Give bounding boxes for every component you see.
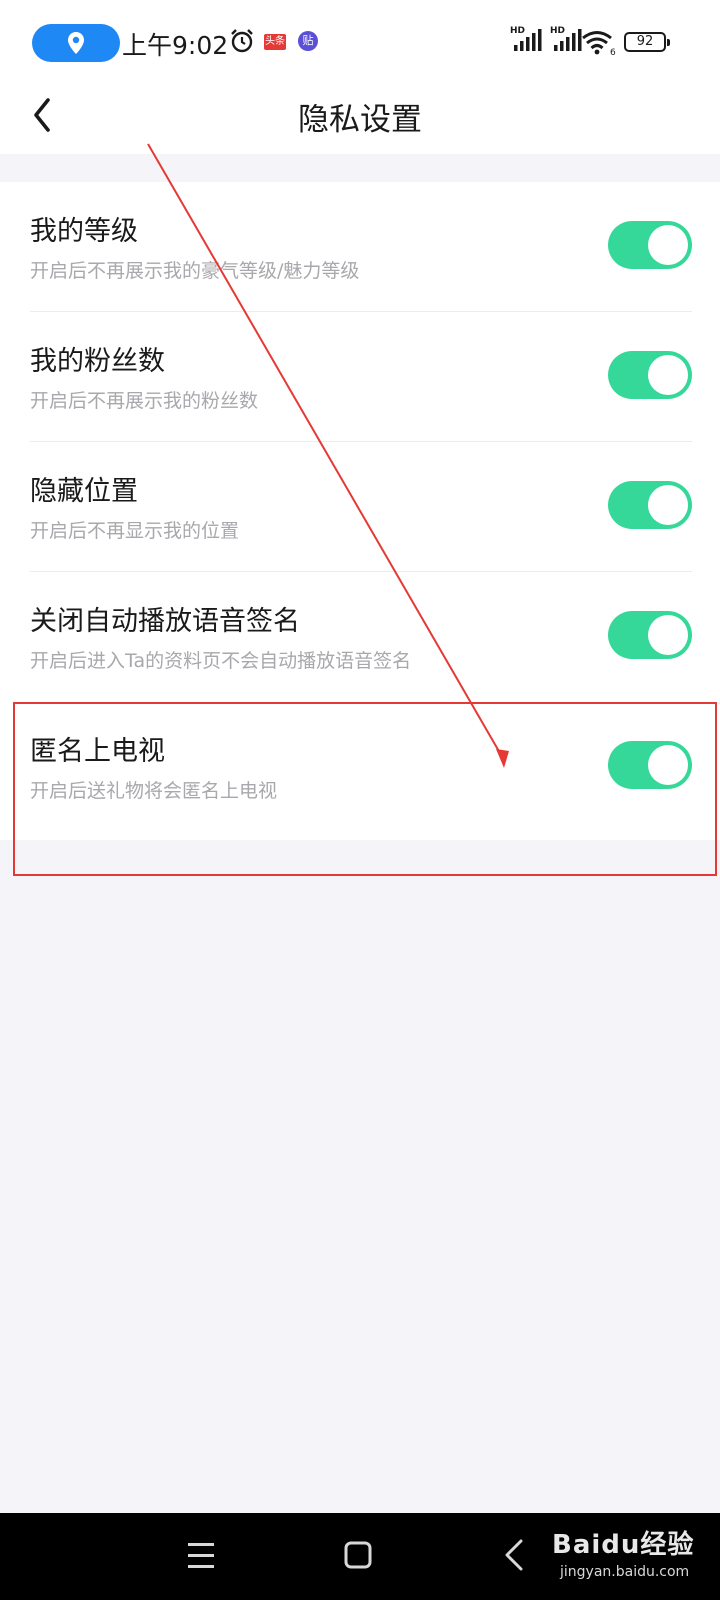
setting-row-my-level: 我的等级 开启后不再展示我的豪气等级/魅力等级 (0, 182, 720, 312)
setting-label: 关闭自动播放语音签名 (30, 606, 300, 637)
toggle-knob (648, 745, 688, 785)
page-header: 隐私设置 (0, 84, 720, 154)
setting-label: 隐藏位置 (30, 476, 138, 507)
setting-description: 开启后不再展示我的粉丝数 (30, 390, 259, 412)
anonymous-tv-toggle[interactable] (608, 741, 692, 789)
menu-icon (188, 1543, 214, 1568)
wifi-sub-label: 6 (610, 48, 616, 56)
home-icon (344, 1541, 372, 1569)
setting-row-my-fans: 我的粉丝数 开启后不再展示我的粉丝数 (0, 312, 720, 442)
setting-label: 我的粉丝数 (30, 346, 165, 377)
setting-label: 匿名上电视 (30, 736, 165, 767)
location-indicator[interactable] (32, 24, 120, 62)
setting-description: 开启后不再展示我的豪气等级/魅力等级 (30, 260, 360, 282)
setting-description: 开启后进入Ta的资料页不会自动播放语音签名 (30, 650, 412, 672)
toutiao-notification-icon: 头条 (264, 34, 286, 50)
system-back-button[interactable] (475, 1513, 555, 1600)
my-fans-toggle[interactable] (608, 351, 692, 399)
my-level-toggle[interactable] (608, 221, 692, 269)
status-bar: 上午9:02 头条 贴 HD HD 6 92 (0, 0, 720, 84)
tieba-notification-icon: 贴 (298, 31, 318, 51)
alarm-icon (231, 29, 253, 53)
home-button[interactable] (318, 1513, 398, 1600)
hide-location-toggle[interactable] (608, 481, 692, 529)
setting-label: 我的等级 (30, 216, 138, 247)
toggle-knob (648, 615, 688, 655)
watermark-url: jingyan.baidu.com (560, 1564, 690, 1580)
toggle-knob (648, 355, 688, 395)
baidu-jingyan-watermark: Baidu经验 (552, 1530, 695, 1560)
setting-description: 开启后不再显示我的位置 (30, 520, 240, 542)
toggle-knob (648, 485, 688, 525)
wifi-icon: 6 (582, 31, 616, 56)
privacy-settings-list: 我的等级 开启后不再展示我的豪气等级/魅力等级 我的粉丝数 开启后不再展示我的粉… (0, 182, 720, 840)
battery-indicator: 92 (624, 32, 670, 52)
back-icon (505, 1539, 523, 1571)
location-pin-icon (68, 32, 84, 54)
status-time: 上午9:02 (122, 31, 229, 60)
menu-button[interactable] (160, 1513, 240, 1600)
setting-row-anonymous-tv: 匿名上电视 开启后送礼物将会匿名上电视 (0, 702, 720, 832)
toggle-knob (648, 225, 688, 265)
setting-description: 开启后送礼物将会匿名上电视 (30, 780, 278, 802)
setting-row-voice-signature: 关闭自动播放语音签名 开启后进入Ta的资料页不会自动播放语音签名 (0, 572, 720, 702)
setting-row-hide-location: 隐藏位置 开启后不再显示我的位置 (0, 442, 720, 572)
page-title: 隐私设置 (298, 102, 422, 138)
voice-signature-toggle[interactable] (608, 611, 692, 659)
